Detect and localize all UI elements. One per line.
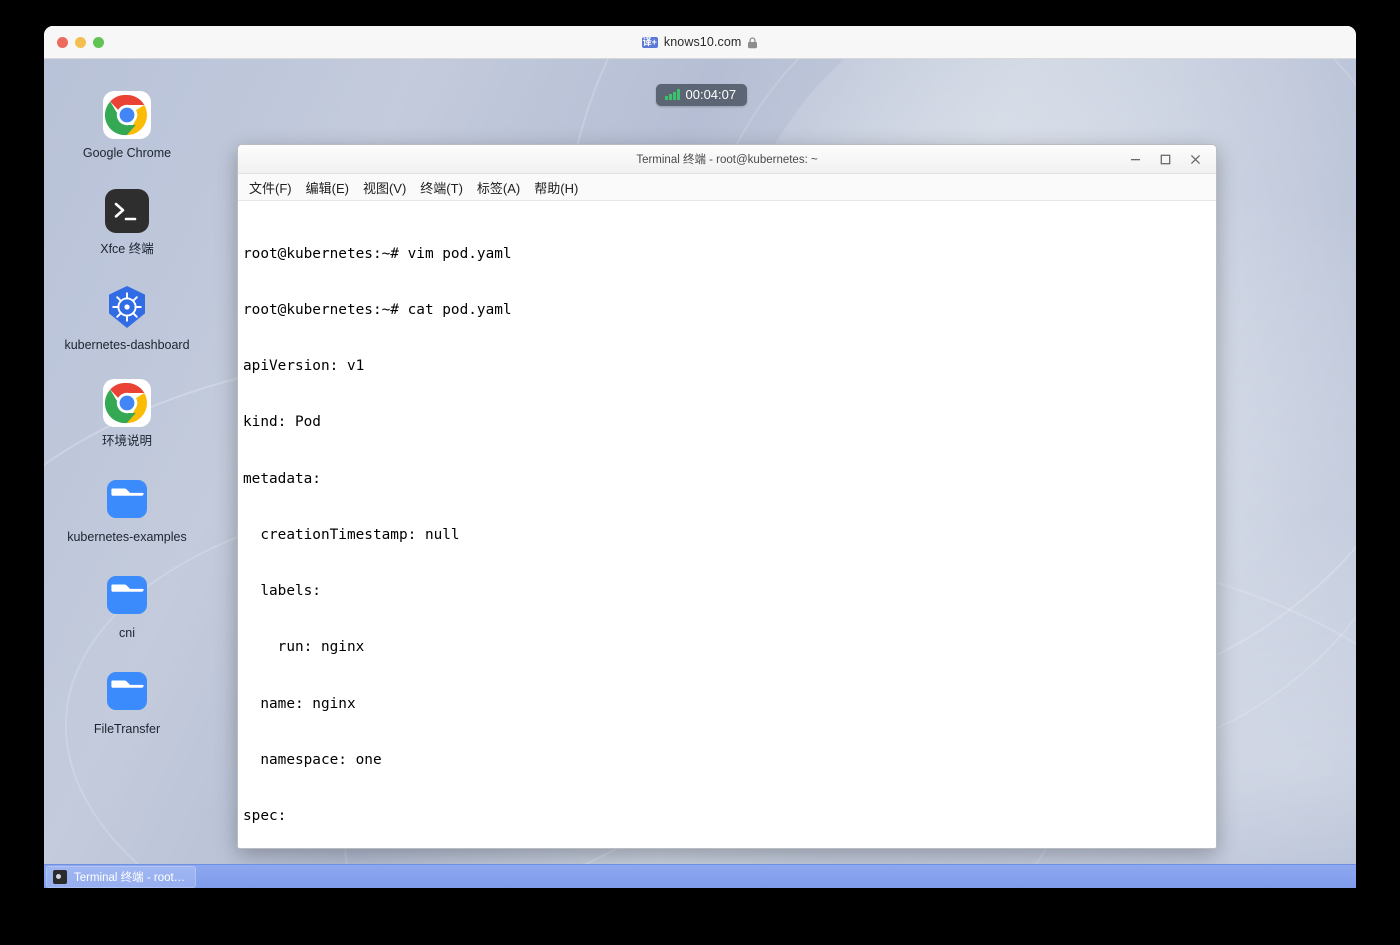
terminal-icon: [103, 187, 151, 235]
signal-bars-icon: [665, 89, 680, 100]
terminal-title: Terminal 终端 - root@kubernetes: ~: [636, 154, 818, 166]
desktop-icon-grid: Google Chrome Xfce 终端 kubernetes-dashboa…: [62, 91, 192, 763]
terminal-titlebar[interactable]: Terminal 终端 - root@kubernetes: ~: [238, 145, 1216, 174]
menu-file[interactable]: 文件(F): [243, 175, 298, 200]
lock-icon: [747, 36, 758, 49]
terminal-icon: [53, 870, 67, 884]
terminal-line: apiVersion: v1: [243, 358, 365, 374]
desktop-icon-cni[interactable]: cni: [62, 571, 192, 641]
status-pill: 00:04:07: [656, 84, 748, 106]
browser-address-bar: 译+ knows10.com: [44, 26, 1356, 58]
maximize-window-button[interactable]: [93, 36, 104, 48]
maximize-icon[interactable]: [1150, 146, 1180, 172]
traffic-lights: [57, 36, 104, 48]
desktop-icon-kubernetes-examples[interactable]: kubernetes-examples: [62, 475, 192, 545]
desktop-icon-google-chrome[interactable]: Google Chrome: [62, 91, 192, 161]
terminal-line: root@kubernetes:~# cat pod.yaml: [243, 301, 512, 318]
terminal-line: creationTimestamp: null: [243, 526, 460, 543]
folder-icon: [103, 667, 151, 715]
desktop-icon-kubernetes-dashboard[interactable]: kubernetes-dashboard: [62, 283, 192, 353]
desktop-icon-label: Google Chrome: [82, 146, 172, 160]
desktop-icon-label: kubernetes-examples: [67, 530, 187, 544]
terminal-line: labels:: [243, 583, 321, 599]
terminal-line: root@kubernetes:~# vim pod.yaml: [243, 245, 512, 262]
terminal-window: Terminal 终端 - root@kubernetes: ~ 文件(F) 编…: [237, 144, 1217, 849]
desktop-icon-label: kubernetes-dashboard: [64, 338, 190, 352]
terminal-menubar: 文件(F) 编辑(E) 视图(V) 终端(T) 标签(A) 帮助(H): [238, 174, 1216, 201]
terminal-line: namespace: one: [243, 751, 382, 768]
minimize-window-button[interactable]: [75, 36, 86, 48]
menu-view[interactable]: 视图(V): [357, 175, 412, 200]
desktop-icon-filetransfer[interactable]: FileTransfer: [62, 667, 192, 737]
taskbar-window-button-terminal[interactable]: Terminal 终端 - root…: [46, 866, 197, 888]
minimize-icon[interactable]: [1120, 146, 1150, 172]
folder-icon: [103, 571, 151, 619]
menu-tabs[interactable]: 标签(A): [471, 175, 526, 200]
translate-icon[interactable]: 译+: [641, 36, 658, 48]
chrome-icon: [103, 91, 151, 139]
kubernetes-icon: [103, 283, 151, 331]
close-icon[interactable]: [1180, 146, 1210, 172]
desktop-icon-xfce-terminal[interactable]: Xfce 终端: [62, 187, 192, 257]
terminal-output[interactable]: root@kubernetes:~# vim pod.yaml root@kub…: [238, 201, 1216, 848]
folder-icon: [103, 475, 151, 523]
desktop-icon-label: 环境说明: [101, 434, 152, 448]
terminal-window-buttons: [1120, 145, 1210, 173]
menu-terminal[interactable]: 终端(T): [414, 175, 469, 200]
taskbar-window-label: Terminal 终端 - root…: [74, 872, 186, 884]
browser-titlebar: 译+ knows10.com: [44, 26, 1356, 59]
terminal-line: kind: Pod: [243, 414, 321, 431]
close-window-button[interactable]: [57, 36, 68, 48]
menu-help[interactable]: 帮助(H): [528, 175, 584, 200]
terminal-line: metadata:: [243, 470, 321, 487]
desktop: 00:04:07 Google Chrome Xfce 终端 kubernete…: [44, 59, 1356, 888]
screen: 译+ knows10.com 00:04:07 Google Chrome Xf…: [0, 0, 1400, 945]
session-timer: 00:04:07: [685, 87, 737, 102]
terminal-line: name: nginx: [243, 695, 356, 712]
desktop-icon-label: FileTransfer: [93, 722, 161, 736]
terminal-line: spec:: [243, 808, 287, 824]
desktop-icon-label: cni: [119, 626, 135, 640]
menu-edit[interactable]: 编辑(E): [300, 175, 355, 200]
browser-window: 译+ knows10.com 00:04:07 Google Chrome Xf…: [44, 26, 1356, 888]
desktop-icon-huanjing-shuoming[interactable]: 环境说明: [62, 379, 192, 449]
address-text[interactable]: knows10.com: [664, 35, 742, 49]
terminal-line: run: nginx: [243, 639, 365, 656]
desktop-icon-label: Xfce 终端: [100, 242, 154, 256]
chrome-icon: [103, 379, 151, 427]
taskbar: Terminal 终端 - root…: [44, 864, 1356, 888]
